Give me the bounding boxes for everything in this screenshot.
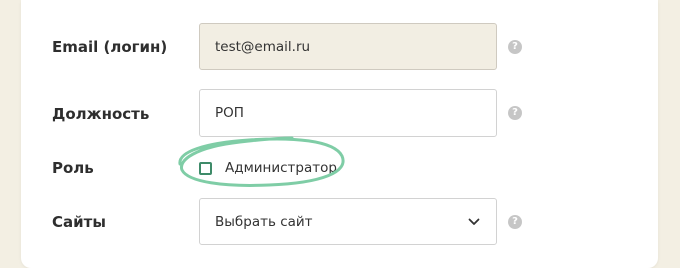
- sites-label: Сайты: [52, 213, 106, 231]
- position-field[interactable]: [199, 89, 497, 137]
- position-label: Должность: [52, 105, 150, 123]
- admin-checkbox-label[interactable]: Администратор: [225, 159, 337, 177]
- sites-help-icon[interactable]: ?: [508, 215, 522, 229]
- admin-checkbox-option[interactable]: Администратор: [199, 159, 337, 177]
- email-field[interactable]: [199, 23, 497, 70]
- admin-checkbox[interactable]: [199, 161, 212, 175]
- position-help-icon[interactable]: ?: [508, 106, 522, 120]
- email-help-icon[interactable]: ?: [508, 40, 522, 54]
- sites-select-value: Выбрать сайт: [215, 213, 313, 230]
- chevron-down-icon: [467, 215, 481, 229]
- email-label: Email (логин): [52, 38, 168, 56]
- role-label: Роль: [52, 159, 94, 177]
- sites-select[interactable]: Выбрать сайт: [199, 198, 497, 245]
